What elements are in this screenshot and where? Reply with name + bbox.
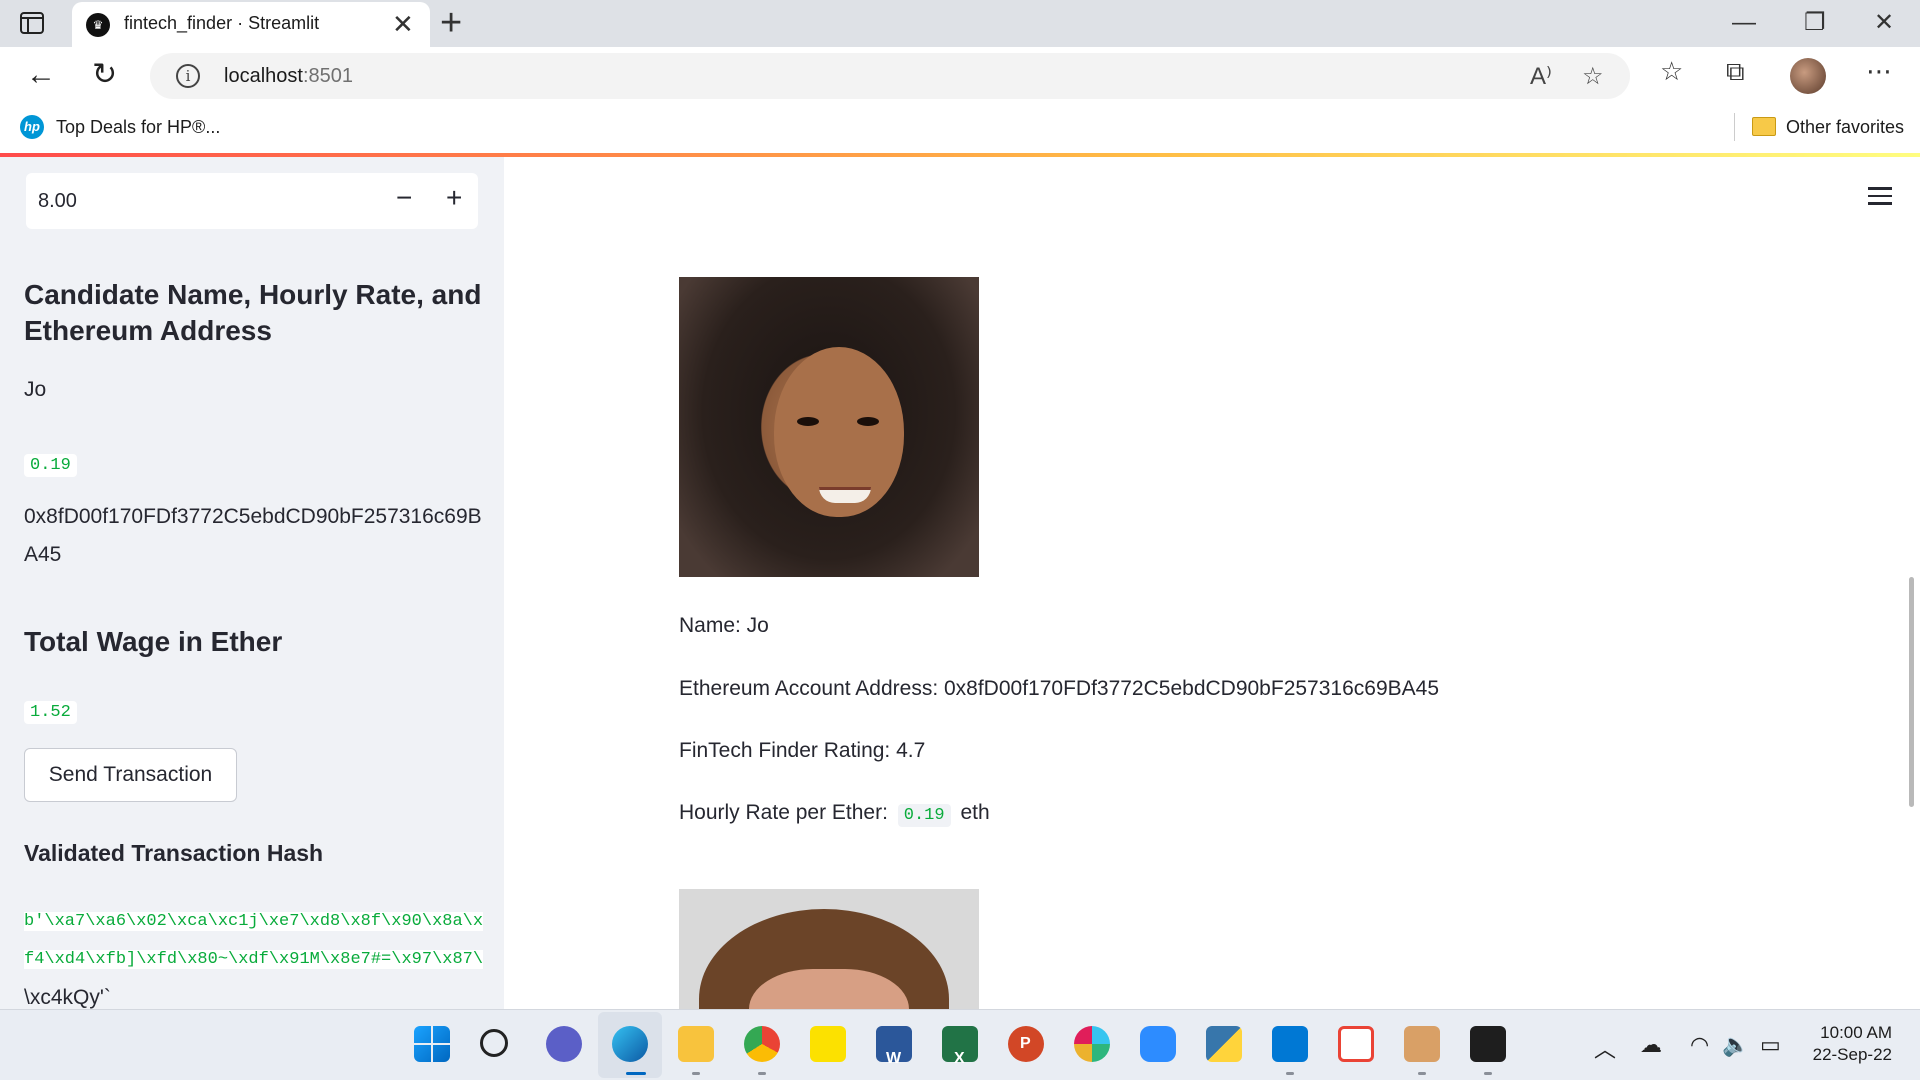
terminal-icon[interactable] xyxy=(1470,1026,1506,1062)
browser-tab-bar: ♛ fintech_finder · Streamlit ✕ + — ❐ ✕ xyxy=(0,0,1920,47)
info-icon[interactable]: i xyxy=(176,64,200,88)
total-wage-heading: Total Wage in Ether xyxy=(24,626,283,657)
word-icon[interactable]: W xyxy=(876,1026,912,1067)
wifi-icon[interactable]: ◠ xyxy=(1690,1032,1709,1058)
rate-value: 0.19 xyxy=(897,804,951,827)
system-clock[interactable]: 10:00 AM 22-Sep-22 xyxy=(1800,1022,1892,1066)
candidate-address-line: Ethereum Account Address: 0x8fD00f170FDf… xyxy=(679,677,1439,700)
start-icon[interactable] xyxy=(414,1026,450,1062)
scrollbar[interactable] xyxy=(1909,577,1914,807)
hash-plain: \xc4kQy'` xyxy=(24,986,111,1009)
candidate-rating-line: FinTech Finder Rating: 4.7 xyxy=(679,739,926,762)
clock-time: 10:00 AM xyxy=(1820,1023,1892,1042)
python-icon[interactable] xyxy=(1206,1026,1242,1062)
candidate-rate: 0.19 xyxy=(24,454,77,477)
favorites-icon[interactable]: ☆ xyxy=(1660,56,1683,87)
favorite-top-deals[interactable]: Top Deals for HP®... xyxy=(56,117,220,138)
hp-logo-icon: hp xyxy=(20,115,44,139)
candidate-rate-line: Hourly Rate per Ether: 0.19 eth xyxy=(679,798,990,831)
terminal-indicator xyxy=(1484,1072,1492,1075)
profile-avatar[interactable] xyxy=(1790,58,1826,94)
search-icon[interactable] xyxy=(480,1029,508,1057)
file-explorer-icon[interactable] xyxy=(678,1026,714,1062)
excel-icon[interactable]: X xyxy=(942,1026,978,1067)
rate-suffix: eth xyxy=(960,801,990,824)
increment-button[interactable]: + xyxy=(446,182,462,214)
streamlit-app: 8.00 − + Candidate Name, Hourly Rate, an… xyxy=(0,153,1920,1009)
close-tab-icon[interactable]: ✕ xyxy=(392,9,414,39)
browser-tab[interactable]: ♛ fintech_finder · Streamlit ✕ xyxy=(72,2,430,47)
gmail-icon[interactable] xyxy=(1338,1026,1374,1062)
clock-date: 22-Sep-22 xyxy=(1812,1045,1892,1064)
streamlit-favicon-icon: ♛ xyxy=(86,13,110,37)
other-favorites[interactable]: Other favorites xyxy=(1786,117,1904,138)
files-indicator xyxy=(692,1072,700,1075)
candidate-name-line: Name: Jo xyxy=(679,614,769,637)
edge-icon[interactable] xyxy=(612,1026,648,1062)
chat-icon[interactable] xyxy=(546,1026,582,1062)
candidate-address: 0x8fD00f170FDf3772C5ebdCD90bF257316c69BA… xyxy=(24,505,482,566)
window-close-icon[interactable]: ✕ xyxy=(1874,8,1894,38)
tab-actions-icon[interactable] xyxy=(20,12,44,34)
vscode-indicator xyxy=(1286,1072,1294,1075)
package-icon[interactable] xyxy=(1404,1026,1440,1062)
package-indicator xyxy=(1418,1072,1426,1075)
url-text[interactable]: localhost:8501 xyxy=(224,65,353,88)
chrome-icon[interactable] xyxy=(744,1026,780,1062)
main-content: Name: Jo Ethereum Account Address: 0x8fD… xyxy=(504,157,1920,1009)
favorites-divider xyxy=(1734,113,1735,141)
total-wage-value: 1.52 xyxy=(24,701,77,724)
new-tab-icon[interactable]: + xyxy=(440,3,462,43)
refresh-icon[interactable]: ↻ xyxy=(92,59,117,91)
chevron-up-icon[interactable]: ︿ xyxy=(1594,1032,1616,1064)
browser-toolbar: ← ↻ i localhost:8501 A⁾ ☆ ☆ ⧉ ⋯ xyxy=(0,47,1920,105)
edge-active-indicator xyxy=(626,1072,646,1075)
candidate-name: Jo xyxy=(24,378,47,401)
restore-icon[interactable]: ❐ xyxy=(1804,8,1826,38)
send-transaction-button[interactable]: Send Transaction xyxy=(24,748,237,802)
candidate-photo-2 xyxy=(679,889,979,1009)
candidate-photo xyxy=(679,277,979,577)
zoom-icon[interactable] xyxy=(1140,1026,1176,1062)
transaction-hash: b'\xa7\xa6\x02\xca\xc1j\xe7\xd8\x8f\x90\… xyxy=(24,903,484,1009)
cloud-icon[interactable]: ☁ xyxy=(1640,1032,1662,1058)
hours-input-value[interactable]: 8.00 xyxy=(38,190,77,213)
add-favorite-icon[interactable]: ☆ xyxy=(1582,62,1604,91)
read-aloud-icon[interactable]: A⁾ xyxy=(1530,62,1552,91)
volume-icon[interactable]: 🔈 xyxy=(1722,1032,1749,1058)
tab-title: fintech_finder · Streamlit xyxy=(124,13,320,33)
battery-icon[interactable]: ▭ xyxy=(1760,1032,1781,1058)
address-bar[interactable]: i localhost:8501 A⁾ ☆ xyxy=(150,53,1630,99)
hours-number-input[interactable]: 8.00 − + xyxy=(26,173,478,229)
candidate-heading: Candidate Name, Hourly Rate, and Ethereu… xyxy=(24,279,482,346)
hash-code: b'\xa7\xa6\x02\xca\xc1j\xe7\xd8\x8f\x90\… xyxy=(24,912,484,969)
folder-icon xyxy=(1752,117,1776,136)
collections-icon[interactable]: ⧉ xyxy=(1726,56,1745,88)
powerpoint-icon[interactable]: P xyxy=(1008,1026,1044,1062)
vscode-icon[interactable] xyxy=(1272,1026,1308,1062)
hamburger-menu-icon[interactable] xyxy=(1868,187,1892,205)
slack-icon[interactable] xyxy=(1074,1026,1110,1062)
favorites-bar: hp Top Deals for HP®... Other favorites xyxy=(0,105,1920,153)
sidebar: 8.00 − + Candidate Name, Hourly Rate, an… xyxy=(0,157,504,1009)
back-arrow-icon[interactable]: ← xyxy=(26,59,56,91)
rate-prefix: Hourly Rate per Ether: xyxy=(679,801,888,824)
more-icon[interactable]: ⋯ xyxy=(1866,56,1892,87)
chrome-indicator xyxy=(758,1072,766,1075)
decrement-button[interactable]: − xyxy=(396,182,412,214)
sticky-notes-icon[interactable] xyxy=(810,1026,846,1062)
hash-heading: Validated Transaction Hash xyxy=(24,840,324,866)
minimize-icon[interactable]: — xyxy=(1732,8,1756,38)
windows-taskbar: W X P ︿ ☁ ◠ 🔈 ▭ 10:00 AM 22-Sep-22 xyxy=(0,1009,1920,1080)
